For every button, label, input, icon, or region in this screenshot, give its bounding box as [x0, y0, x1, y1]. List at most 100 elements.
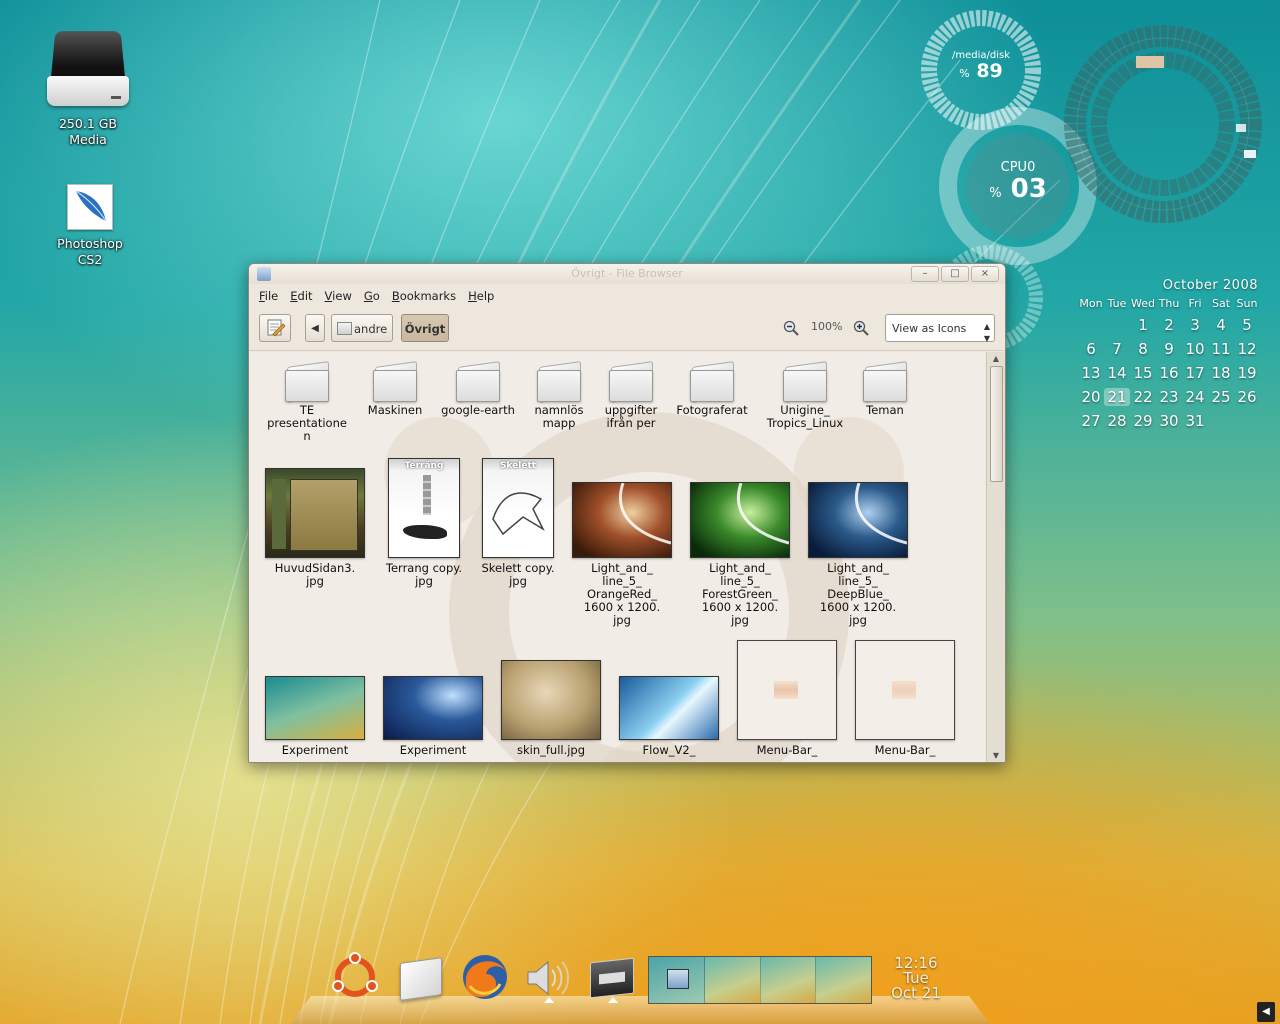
calendar-weekday: Thu [1158, 297, 1180, 310]
disk-usage-value: 89 [976, 60, 1003, 82]
folder-icon[interactable] [396, 956, 444, 1001]
image-thumbnail: Terräng [388, 458, 460, 558]
menu-bookmarks[interactable]: Bookmarks [392, 284, 456, 306]
file-browser-icon[interactable] [257, 267, 271, 281]
window-titlebar[interactable]: Övrigt - File Browser – □ × [249, 264, 1005, 284]
item-label: Experiment [281, 743, 349, 757]
image-item[interactable]: Menu-Bar_ [733, 640, 841, 757]
item-label: Experiment [399, 743, 467, 757]
volume-icon[interactable] [520, 954, 574, 1002]
item-label: Light_and_ line_5_ OrangeRed_ 1600 x 120… [583, 561, 661, 627]
menu-go[interactable]: Go [364, 284, 380, 306]
item-label: Menu-Bar_ [874, 743, 936, 757]
workspace-2[interactable] [704, 957, 761, 1003]
path-button-andre[interactable]: andre [331, 314, 393, 342]
image-item[interactable]: Light_and_ line_5_ DeepBlue_ 1600 x 1200… [803, 482, 913, 627]
firefox-icon[interactable] [458, 950, 512, 1004]
cpu-usage-widget: CPU0 % 03 [980, 160, 1056, 208]
image-thumbnail [690, 482, 790, 558]
scroll-down-icon[interactable]: ▼ [991, 751, 1001, 760]
menu-file[interactable]: File [259, 284, 278, 306]
clock[interactable]: 12:16 Tue Oct 21 [884, 956, 948, 1001]
tray-expand-icon[interactable]: ◀ [1257, 1002, 1275, 1022]
minimize-button[interactable]: – [911, 266, 939, 282]
calendar-today: 21 [1104, 388, 1130, 406]
folder-item[interactable]: Unigine_ Tropics_Linux [757, 361, 853, 430]
item-label: Flow_V2_ [642, 743, 696, 757]
item-label: Skelett copy. jpg [481, 561, 555, 588]
ubuntu-icon[interactable] [330, 952, 380, 1002]
image-item[interactable]: Experiment [261, 676, 369, 757]
menu-bar: File Edit View Go Bookmarks Help [249, 284, 1005, 306]
zoom-out-icon[interactable] [783, 320, 799, 336]
calendar-day: 3 [1190, 316, 1200, 334]
calendar-day: 7 [1112, 340, 1122, 358]
folder-item[interactable]: Teman [849, 361, 921, 417]
menu-help[interactable]: Help [468, 284, 494, 306]
calendar-day: 4 [1216, 316, 1226, 334]
menu-view[interactable]: View [325, 284, 352, 306]
folder-icon [863, 361, 907, 403]
calendar-day: 22 [1133, 388, 1153, 406]
calendar-day: 15 [1133, 364, 1153, 382]
image-item[interactable]: Flow_V2_ [615, 676, 723, 757]
vertical-scrollbar[interactable]: ▲ ▼ [986, 352, 1005, 762]
calendar-day: 25 [1211, 388, 1231, 406]
scrollbar-thumb[interactable] [990, 366, 1003, 482]
workspace-3[interactable] [760, 957, 817, 1003]
thumbnail-caption: Terräng [404, 461, 444, 471]
close-button[interactable]: × [971, 266, 999, 282]
calendar-day: 10 [1185, 340, 1205, 358]
item-label: Unigine_ Tropics_Linux [766, 403, 844, 430]
scroll-up-icon[interactable]: ▲ [991, 354, 1001, 363]
workspace-4[interactable] [816, 957, 871, 1003]
item-label: Maskinen [367, 403, 423, 417]
location-toggle-button[interactable] [259, 314, 291, 342]
calendar-day: 20 [1081, 388, 1101, 406]
menu-edit[interactable]: Edit [290, 284, 312, 306]
image-item[interactable]: Terräng Terrang copy. jpg [379, 458, 469, 588]
image-item[interactable]: Menu-Bar_ [851, 640, 959, 757]
calendar-day: 29 [1133, 412, 1153, 430]
folder-item[interactable]: google-earth [435, 361, 521, 417]
folder-icon [783, 361, 827, 403]
calendar-day: 18 [1211, 364, 1231, 382]
calendar-day: 12 [1237, 340, 1257, 358]
calendar-day: 14 [1107, 364, 1127, 382]
workspace-switcher[interactable] [648, 956, 872, 1004]
image-item[interactable]: Light_and_ line_5_ ForestGreen_ 1600 x 1… [685, 482, 795, 627]
folder-icon [690, 361, 734, 403]
image-thumbnail [737, 640, 837, 740]
path-button-ovrigt[interactable]: Övrigt [401, 314, 449, 342]
image-item[interactable]: Experiment [379, 676, 487, 757]
calendar-day: 23 [1159, 388, 1179, 406]
image-item[interactable]: Skelett Skelett copy. jpg [473, 458, 563, 588]
calendar-day: 5 [1242, 316, 1252, 334]
folder-item[interactable]: TE presentatione n [263, 361, 351, 443]
maximize-button[interactable]: □ [941, 266, 969, 282]
calendar-day: 17 [1185, 364, 1205, 382]
calendar-day [1234, 412, 1260, 430]
calendar-day: 1 [1138, 316, 1148, 334]
running-indicator [608, 997, 618, 1003]
folder-item[interactable]: uppgifter ifrån per [595, 361, 667, 430]
zoom-in-icon[interactable] [853, 320, 869, 336]
image-item[interactable]: skin_full.jpg [497, 660, 605, 757]
image-item[interactable]: HuvudSidan3. jpg [261, 466, 369, 588]
item-label: google-earth [441, 403, 515, 417]
calendar-day [1104, 436, 1130, 454]
calendar-day: 13 [1081, 364, 1101, 382]
calendar-weekday: Wed [1131, 297, 1155, 310]
folder-item[interactable]: Fotograferat [669, 361, 755, 417]
image-item[interactable]: Light_and_ line_5_ OrangeRed_ 1600 x 120… [567, 482, 677, 627]
window-icon[interactable] [586, 956, 636, 999]
folder-item[interactable]: namnlös mapp [521, 361, 597, 430]
folder-icon [609, 361, 653, 403]
workspace-1[interactable] [649, 957, 705, 1003]
back-button[interactable]: ◀ [305, 314, 325, 342]
folder-item[interactable]: Maskinen [355, 361, 435, 417]
calendar-weekdays: Mon Tue Wed Thu Fri Sat Sun [1078, 297, 1262, 310]
image-thumbnail [619, 676, 719, 740]
image-thumbnail: Skelett [482, 458, 554, 558]
view-mode-select[interactable]: View as Icons ▲ ▼ [885, 314, 995, 343]
